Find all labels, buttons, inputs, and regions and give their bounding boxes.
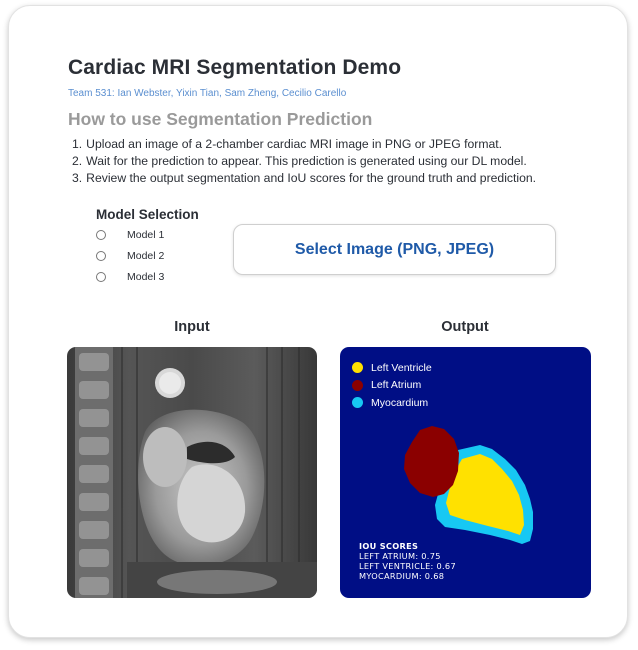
legend-item-left-atrium: Left Atrium (352, 377, 432, 394)
instructions-heading: How to use Segmentation Prediction (68, 109, 373, 129)
model-selection-title: Model Selection (96, 207, 199, 222)
model-option-3[interactable]: Model 3 (96, 269, 164, 285)
output-segmentation-image: Left Ventricle Left Atrium Myocardium IO… (340, 347, 591, 598)
radio-label: Model 1 (127, 229, 165, 241)
left-atrium-region (404, 426, 459, 497)
input-mri-image (67, 347, 317, 598)
iou-scores: IOU SCORES LEFT ATRIUM: 0.75 LEFT VENTRI… (359, 541, 456, 581)
app-card: Cardiac MRI Segmentation Demo Team 531: … (8, 5, 628, 638)
radio-button[interactable] (96, 251, 106, 261)
model-option-2[interactable]: Model 2 (96, 248, 164, 264)
output-label: Output (441, 319, 489, 335)
team-credits: Team 531: Ian Webster, Yixin Tian, Sam Z… (68, 88, 347, 99)
dark-red-dot-icon (352, 379, 363, 391)
yellow-dot-icon (352, 362, 363, 373)
iou-left-atrium: LEFT ATRIUM: 0.75 (359, 551, 441, 561)
instruction-step: 2. Wait for the prediction to appear. Thi… (72, 154, 527, 168)
model-option-1[interactable]: Model 1 (96, 227, 164, 243)
radio-label: Model 2 (127, 250, 165, 262)
legend-item-left-ventricle: Left Ventricle (352, 359, 432, 376)
radio-button[interactable] (96, 272, 106, 282)
select-image-button[interactable]: Select Image (PNG, JPEG) (233, 224, 556, 275)
instructions-list: 1. Upload an image of a 2-chamber cardiac… (72, 136, 536, 187)
page-title: Cardiac MRI Segmentation Demo (68, 56, 402, 79)
radio-button[interactable] (96, 230, 106, 240)
iou-myocardium: MYOCARDIUM: 0.68 (359, 571, 445, 581)
iou-left-ventricle: LEFT VENTRICLE: 0.67 (359, 561, 456, 571)
cyan-dot-icon (352, 397, 363, 408)
legend-item-myocardium: Myocardium (352, 394, 432, 411)
input-label: Input (174, 319, 210, 335)
radio-label: Model 3 (127, 271, 165, 283)
instruction-step: 1. Upload an image of a 2-chamber cardiac… (72, 137, 503, 151)
mri-scan-graphic (67, 347, 317, 598)
iou-title: IOU SCORES (359, 541, 419, 551)
instruction-step: 3. Review the output segmentation and IoU… (72, 171, 537, 185)
segmentation-legend: Left Ventricle Left Atrium Myocardium (352, 359, 432, 412)
